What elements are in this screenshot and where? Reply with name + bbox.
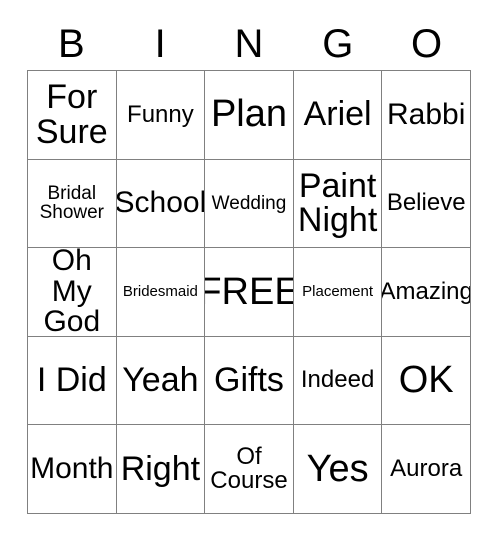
bingo-cell-label: Bridal Shower — [39, 183, 104, 224]
bingo-cell-label: Aurora — [390, 454, 463, 482]
bingo-cell-label: For Sure — [35, 78, 108, 151]
bingo-cell[interactable]: Rabbi — [382, 71, 471, 160]
bingo-grid: For Sure Funny Plan Ariel Rabbi Bridal S… — [27, 70, 471, 514]
bingo-cell-label: Rabbi — [386, 97, 466, 131]
bingo-cell[interactable]: OK — [382, 336, 471, 426]
bingo-cell-label: Believe — [386, 189, 466, 217]
header-letter-n: N — [234, 22, 264, 66]
bingo-cell-label: Right — [120, 449, 201, 488]
bingo-cell-label: Paint Night — [297, 166, 378, 240]
bingo-cell-label: Placement — [302, 283, 374, 301]
bingo-cell-label: Amazing — [382, 277, 471, 305]
bingo-cell[interactable]: Aurora — [382, 425, 471, 514]
bingo-cell[interactable]: Ariel — [293, 71, 383, 160]
bingo-cell[interactable]: Paint Night — [293, 159, 383, 249]
bingo-cell[interactable]: Believe — [382, 159, 471, 249]
header-letter-g: G — [322, 22, 354, 66]
bingo-cell-label: Oh My God — [43, 248, 101, 337]
bingo-cell-label: I Did — [36, 361, 107, 400]
bingo-cell[interactable]: Plan — [205, 71, 294, 160]
bingo-cell[interactable]: For Sure — [28, 71, 117, 160]
bingo-cell-label: FREE — [205, 270, 293, 313]
bingo-cell-label: Gifts — [214, 361, 284, 400]
bingo-cell[interactable]: Gifts — [205, 336, 294, 426]
header-letter-i: I — [154, 22, 166, 66]
bingo-cell[interactable]: Yeah — [116, 336, 206, 426]
bingo-cell[interactable]: Right — [116, 425, 206, 514]
bingo-cell[interactable]: Indeed — [293, 336, 383, 426]
bingo-cell-label: Indeed — [300, 366, 375, 394]
bingo-cell[interactable]: Bridesmaid — [116, 248, 206, 337]
bingo-cell[interactable]: Yes — [293, 425, 383, 514]
bingo-cell-label: Yes — [306, 447, 369, 490]
bingo-cell[interactable]: Wedding — [205, 159, 294, 249]
bingo-cell[interactable]: Funny — [116, 71, 206, 160]
header-letter-b: B — [58, 22, 85, 66]
bingo-cell-label: Bridesmaid — [122, 283, 198, 301]
bingo-cell-label: Funny — [127, 100, 194, 128]
bingo-cell-label: School — [116, 186, 206, 220]
bingo-cell[interactable]: I Did — [28, 336, 117, 426]
bingo-cell[interactable]: Amazing — [382, 248, 471, 337]
bingo-cell[interactable]: Placement — [293, 248, 383, 337]
bingo-cell-free[interactable]: FREE — [205, 248, 294, 337]
bingo-cell-label: Of Course — [210, 442, 288, 495]
bingo-cell-label: Month — [30, 451, 114, 485]
bingo-cell[interactable]: Of Course — [205, 425, 294, 514]
bingo-cell-label: Plan — [210, 93, 288, 136]
bingo-cell[interactable]: Bridal Shower — [28, 159, 117, 249]
bingo-cell[interactable]: School — [116, 159, 206, 249]
bingo-cell[interactable]: Oh My God — [28, 248, 117, 337]
bingo-cell[interactable]: Month — [28, 425, 117, 514]
bingo-card: B I N G O For Sure Funny Plan Ariel Rabb… — [27, 18, 471, 514]
bingo-cell-label: Wedding — [211, 192, 287, 214]
bingo-cell-label: Yeah — [122, 361, 199, 400]
bingo-header-row: B I N G O — [27, 18, 471, 70]
header-letter-o: O — [411, 22, 443, 66]
bingo-cell-label: Ariel — [303, 95, 372, 134]
bingo-cell-label: OK — [398, 359, 454, 402]
